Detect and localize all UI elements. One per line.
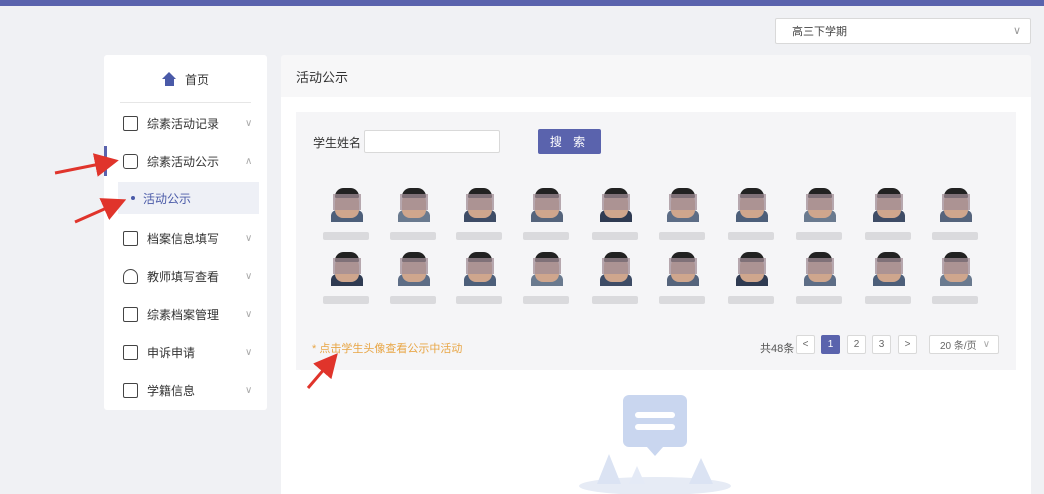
student-avatar[interactable]: [396, 186, 432, 222]
avatar-blur: [738, 194, 766, 210]
avatar-blur: [875, 258, 903, 274]
student-name-blurred: [323, 232, 369, 240]
student-name-blurred: [932, 296, 978, 304]
student-avatar[interactable]: [938, 250, 974, 286]
student-avatar[interactable]: [598, 186, 634, 222]
student-name-blurred: [796, 232, 842, 240]
student-name-blurred: [456, 232, 502, 240]
student-name-blurred: [865, 232, 911, 240]
avatar-blur: [806, 194, 834, 210]
student-avatar[interactable]: [665, 250, 701, 286]
student-avatar[interactable]: [598, 250, 634, 286]
avatar-blur: [400, 258, 428, 274]
student-avatar[interactable]: [734, 250, 770, 286]
avatar-blur: [400, 194, 428, 210]
arrow-1: [54, 153, 119, 177]
student-avatar[interactable]: [329, 250, 365, 286]
avatar-blur: [533, 258, 561, 274]
student-name-blurred: [728, 296, 774, 304]
avatar-blur: [875, 194, 903, 210]
student-avatar[interactable]: [938, 186, 974, 222]
student-avatar[interactable]: [329, 186, 365, 222]
arrow-3: [306, 353, 338, 389]
avatar-blur: [942, 258, 970, 274]
avatar-blur: [333, 258, 361, 274]
student-name-blurred: [390, 232, 436, 240]
student-name-blurred: [592, 296, 638, 304]
student-name-blurred: [728, 232, 774, 240]
student-avatar[interactable]: [871, 186, 907, 222]
student-name-blurred: [523, 232, 569, 240]
avatar-blur: [533, 194, 561, 210]
avatar-blur: [806, 258, 834, 274]
student-avatar[interactable]: [802, 186, 838, 222]
student-name-blurred: [456, 296, 502, 304]
avatar-blur: [602, 194, 630, 210]
avatar-blur: [602, 258, 630, 274]
avatar-blur: [738, 258, 766, 274]
student-name-blurred: [865, 296, 911, 304]
avatar-blur: [942, 194, 970, 210]
student-avatar[interactable]: [529, 250, 565, 286]
student-avatar[interactable]: [665, 186, 701, 222]
avatar-blur: [669, 194, 697, 210]
arrow-2: [74, 198, 127, 224]
student-name-blurred: [932, 232, 978, 240]
student-avatar[interactable]: [529, 186, 565, 222]
avatar-blur: [466, 258, 494, 274]
student-name-blurred: [390, 296, 436, 304]
avatar-blur: [333, 194, 361, 210]
student-name-blurred: [592, 232, 638, 240]
avatar-blur: [466, 194, 494, 210]
student-name-blurred: [659, 232, 705, 240]
student-avatar[interactable]: [396, 250, 432, 286]
student-name-blurred: [659, 296, 705, 304]
student-name-blurred: [323, 296, 369, 304]
student-avatar[interactable]: [734, 186, 770, 222]
student-avatar[interactable]: [462, 250, 498, 286]
student-avatar[interactable]: [871, 250, 907, 286]
student-avatar[interactable]: [802, 250, 838, 286]
annotation-arrows: [54, 153, 338, 389]
student-name-blurred: [796, 296, 842, 304]
student-name-blurred: [523, 296, 569, 304]
student-avatar[interactable]: [462, 186, 498, 222]
avatar-blur: [669, 258, 697, 274]
